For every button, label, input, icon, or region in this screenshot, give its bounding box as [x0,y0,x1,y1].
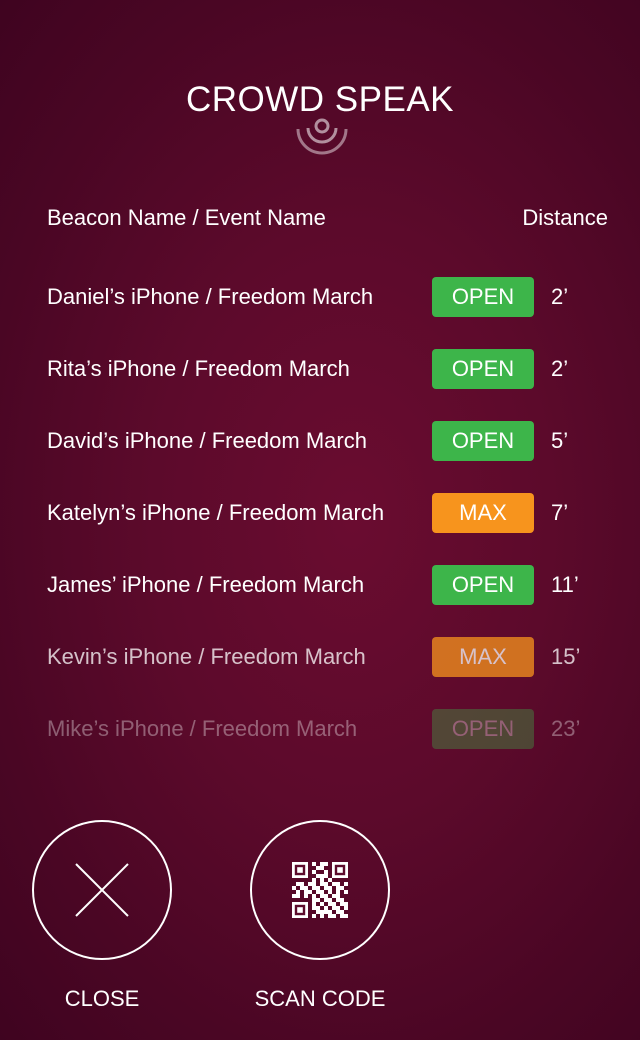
beacon-name: Rita’s iPhone / Freedom March [47,356,350,381]
beacon-name: Kevin’s iPhone / Freedom March [47,644,366,669]
broadcast-signal-icon [296,118,348,155]
distance-value: 7’ [551,500,569,525]
distance-value: 2’ [551,356,569,381]
close-button[interactable] [32,820,172,960]
scan-code-label: SCAN CODE [254,986,386,1011]
scan-code-button[interactable] [250,820,390,960]
table-row[interactable]: David’s iPhone / Freedom March OPEN 5’ [47,421,608,461]
status-badge[interactable]: MAX [432,637,534,677]
status-badge[interactable]: OPEN [432,421,534,461]
qr-code-icon [292,862,348,918]
distance-value: 2’ [551,284,569,309]
distance-value: 5’ [551,428,569,453]
table-row[interactable]: Mike’s iPhone / Freedom March OPEN 23’ [47,709,608,749]
header-name: Beacon Name / Event Name [47,205,326,230]
close-icon [75,863,129,917]
status-badge[interactable]: OPEN [432,277,534,317]
table-row[interactable]: Kevin’s iPhone / Freedom March MAX 15’ [47,637,608,677]
status-badge[interactable]: OPEN [432,565,534,605]
table-row[interactable]: Daniel’s iPhone / Freedom March OPEN 2’ [47,277,608,317]
distance-value: 15’ [551,644,581,669]
distance-value: 23’ [551,716,581,741]
table-row[interactable]: Rita’s iPhone / Freedom March OPEN 2’ [47,349,608,389]
beacon-name: David’s iPhone / Freedom March [47,428,367,453]
close-label: CLOSE [64,986,140,1011]
beacon-name: Daniel’s iPhone / Freedom March [47,284,374,309]
table-row[interactable]: James’ iPhone / Freedom March OPEN 11’ [47,565,608,605]
table-header: Beacon Name / Event Name Distance [47,205,608,231]
beacon-name: James’ iPhone / Freedom March [47,572,365,597]
header-distance: Distance [522,205,608,230]
beacon-name: Katelyn’s iPhone / Freedom March [47,500,385,525]
status-badge[interactable]: OPEN [432,349,534,389]
beacon-name: Mike’s iPhone / Freedom March [47,716,358,741]
table-row[interactable]: Katelyn’s iPhone / Freedom March MAX 7’ [47,493,608,533]
distance-value: 11’ [551,572,579,597]
status-badge[interactable]: MAX [432,493,534,533]
status-badge[interactable]: OPEN [432,709,534,749]
